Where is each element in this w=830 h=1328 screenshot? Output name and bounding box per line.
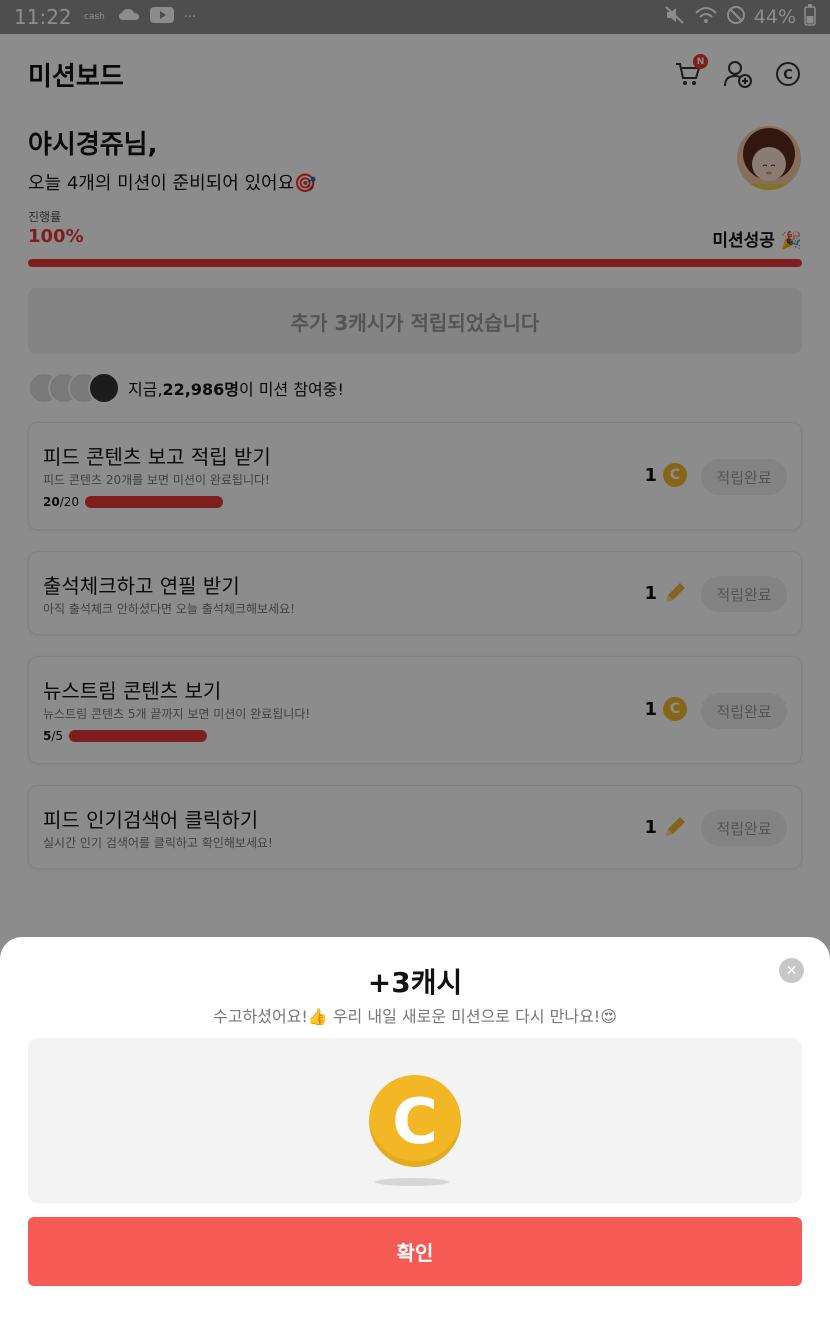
reward-bottom-sheet: +3캐시 ✕ 수고하셨어요!👍 우리 내일 새로운 미션으로 다시 만나요!😍 …: [0, 937, 830, 1328]
reward-subtitle: 수고하셨어요!👍 우리 내일 새로운 미션으로 다시 만나요!😍: [213, 1007, 617, 1026]
coin-panel: C: [28, 1038, 802, 1203]
coin-shadow: [375, 1178, 449, 1186]
close-icon: ✕: [785, 962, 798, 979]
coin-letter: C: [392, 1084, 438, 1158]
reward-title: +3캐시: [367, 966, 463, 999]
close-button[interactable]: ✕: [779, 958, 804, 983]
confirm-button[interactable]: 확인: [28, 1217, 802, 1286]
big-coin-icon: C: [369, 1075, 461, 1167]
